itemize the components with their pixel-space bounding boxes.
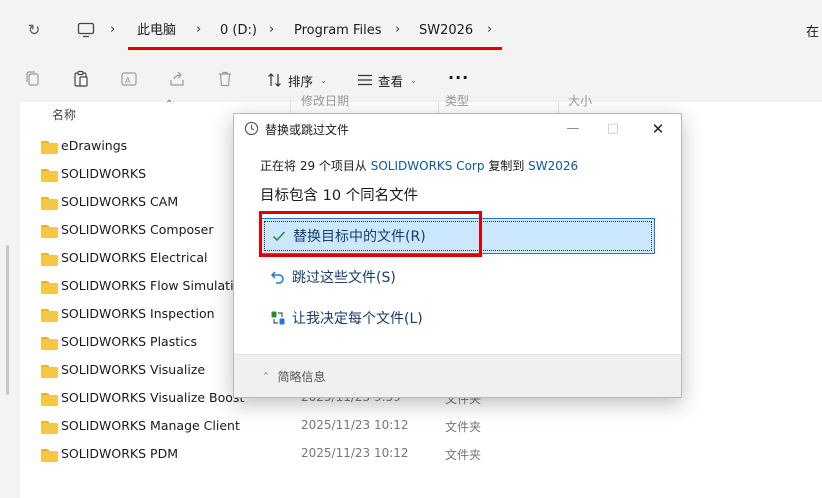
breadcrumb-drive-d[interactable]: 0 (D:) xyxy=(220,21,257,41)
file-name: SOLIDWORKS Manage Client xyxy=(61,418,240,433)
file-type: 文件夹 xyxy=(445,448,482,462)
minimize-icon[interactable]: — xyxy=(562,118,584,140)
fewer-details-toggle[interactable]: ⌃ 简略信息 xyxy=(262,368,326,385)
sort-ascending-icon: ⌃ xyxy=(165,99,174,110)
file-name: eDrawings xyxy=(61,138,128,153)
file-name: SOLIDWORKS Electrical xyxy=(61,250,208,265)
decide-each-file-option[interactable]: 让我决定每个文件(L) xyxy=(261,300,655,336)
folder-icon xyxy=(41,281,58,294)
folder-icon xyxy=(41,449,58,462)
fewer-details-label: 简略信息 xyxy=(277,370,326,384)
command-bar: A 排序 ⌄ 查看 ⌄ ··· xyxy=(0,60,822,102)
paste-icon[interactable] xyxy=(71,69,91,89)
folder-icon xyxy=(41,225,58,238)
more-options-button[interactable]: ··· xyxy=(448,68,469,87)
sort-icon xyxy=(268,73,281,87)
sort-label: 排序 xyxy=(288,73,314,89)
close-icon[interactable]: ✕ xyxy=(647,118,669,140)
folder-icon xyxy=(41,309,58,322)
file-type: 文件夹 xyxy=(445,420,482,434)
folder-icon xyxy=(41,141,58,154)
clock-icon xyxy=(244,121,259,136)
folder-icon xyxy=(41,169,58,182)
dialog-titlebar[interactable]: 替换或跳过文件 — □ ✕ xyxy=(234,114,681,144)
folder-icon xyxy=(41,393,58,406)
chevron-right-icon[interactable]: › xyxy=(196,20,201,40)
chevron-down-icon: ⌄ xyxy=(320,75,327,85)
dialog-title: 替换或跳过文件 xyxy=(265,123,350,137)
copy-icon[interactable] xyxy=(23,69,43,89)
file-name: SOLIDWORKS Visualize Boost xyxy=(61,390,245,405)
chevron-down-icon: ⌄ xyxy=(410,75,417,85)
skip-files-label: 跳过这些文件(S) xyxy=(292,270,396,286)
file-name: SOLIDWORKS Flow Simulation xyxy=(61,278,250,293)
file-row[interactable]: SOLIDWORKS PDM 2025/11/23 10:12 文件夹 xyxy=(20,441,822,469)
file-row[interactable]: SOLIDWORKS Manage Client 2025/11/23 10:12… xyxy=(20,413,822,441)
folder-icon xyxy=(41,421,58,434)
folder-icon xyxy=(41,337,58,350)
column-header-date[interactable]: 修改日期 xyxy=(301,88,349,114)
column-header-type[interactable]: 类型 xyxy=(445,88,469,114)
file-date: 2025/11/23 10:12 xyxy=(301,418,409,432)
source-link[interactable]: SOLIDWORKS Corp xyxy=(371,159,485,173)
chevron-right-icon[interactable]: › xyxy=(395,20,400,40)
conflict-heading: 目标包含 10 个同名文件 xyxy=(260,188,419,204)
view-button[interactable]: 查看 ⌄ xyxy=(357,68,417,92)
folder-icon xyxy=(41,197,58,210)
delete-icon[interactable] xyxy=(215,69,235,89)
copy-status-prefix: 正在将 29 个项目从 xyxy=(260,159,367,173)
svg-text:A: A xyxy=(125,76,131,85)
copy-status: 正在将 29 个项目从 SOLIDWORKS Corp 复制到 SW2026 xyxy=(260,157,578,174)
file-name: SOLIDWORKS PDM xyxy=(61,446,178,461)
search-box-text[interactable]: 在 xyxy=(806,21,819,40)
copy-status-mid: 复制到 xyxy=(488,159,525,173)
chevron-right-icon[interactable]: › xyxy=(110,20,115,40)
destination-link[interactable]: SW2026 xyxy=(528,159,578,173)
dialog-body: 正在将 29 个项目从 SOLIDWORKS Corp 复制到 SW2026 目… xyxy=(234,144,681,354)
file-name: SOLIDWORKS Visualize xyxy=(61,362,206,377)
replace-files-label: 替换目标中的文件(R) xyxy=(293,229,426,245)
rename-icon[interactable]: A xyxy=(119,69,139,89)
file-name: SOLIDWORKS xyxy=(61,166,147,181)
column-header-name[interactable]: 名称 xyxy=(52,102,76,128)
replace-or-skip-dialog: 替换或跳过文件 — □ ✕ 正在将 29 个项目从 SOLIDWORKS Cor… xyxy=(233,113,682,398)
file-name: SOLIDWORKS Composer xyxy=(61,222,214,237)
share-icon[interactable] xyxy=(167,69,187,89)
file-name: SOLIDWORKS CAM xyxy=(61,194,179,209)
compare-files-icon xyxy=(271,311,285,325)
breadcrumb-this-pc[interactable]: 此电脑 xyxy=(137,21,176,41)
checkmark-icon xyxy=(272,231,286,242)
annotation-underline xyxy=(128,47,502,50)
file-name: SOLIDWORKS Inspection xyxy=(61,306,215,321)
column-header-size[interactable]: 大小 xyxy=(568,88,592,114)
this-pc-icon[interactable] xyxy=(76,20,96,40)
folder-icon xyxy=(41,365,58,378)
chevron-up-icon: ⌃ xyxy=(262,371,270,382)
chevron-right-icon[interactable]: › xyxy=(269,20,274,40)
breadcrumb-sw2026[interactable]: SW2026 xyxy=(419,21,473,41)
file-name: SOLIDWORKS Plastics xyxy=(61,334,197,349)
skip-arrow-icon xyxy=(270,271,284,284)
file-date: 2025/11/23 10:12 xyxy=(301,446,409,460)
decide-each-file-label: 让我决定每个文件(L) xyxy=(292,311,423,327)
breadcrumb-program-files[interactable]: Program Files xyxy=(294,21,382,41)
refresh-icon[interactable]: ↻ xyxy=(24,20,44,40)
dialog-footer: ⌃ 简略信息 xyxy=(234,354,681,397)
view-icon xyxy=(358,74,372,86)
skip-files-option[interactable]: 跳过这些文件(S) xyxy=(261,259,655,295)
view-label: 查看 xyxy=(378,73,404,89)
replace-files-option[interactable]: 替换目标中的文件(R) xyxy=(261,218,655,254)
maximize-icon: □ xyxy=(606,121,620,136)
folder-icon xyxy=(41,253,58,266)
chevron-right-icon[interactable]: › xyxy=(487,20,492,40)
address-bar: ↻ › 此电脑 › 0 (D:) › Program Files › SW202… xyxy=(0,0,822,60)
nav-pane-scrollbar[interactable] xyxy=(6,245,9,395)
